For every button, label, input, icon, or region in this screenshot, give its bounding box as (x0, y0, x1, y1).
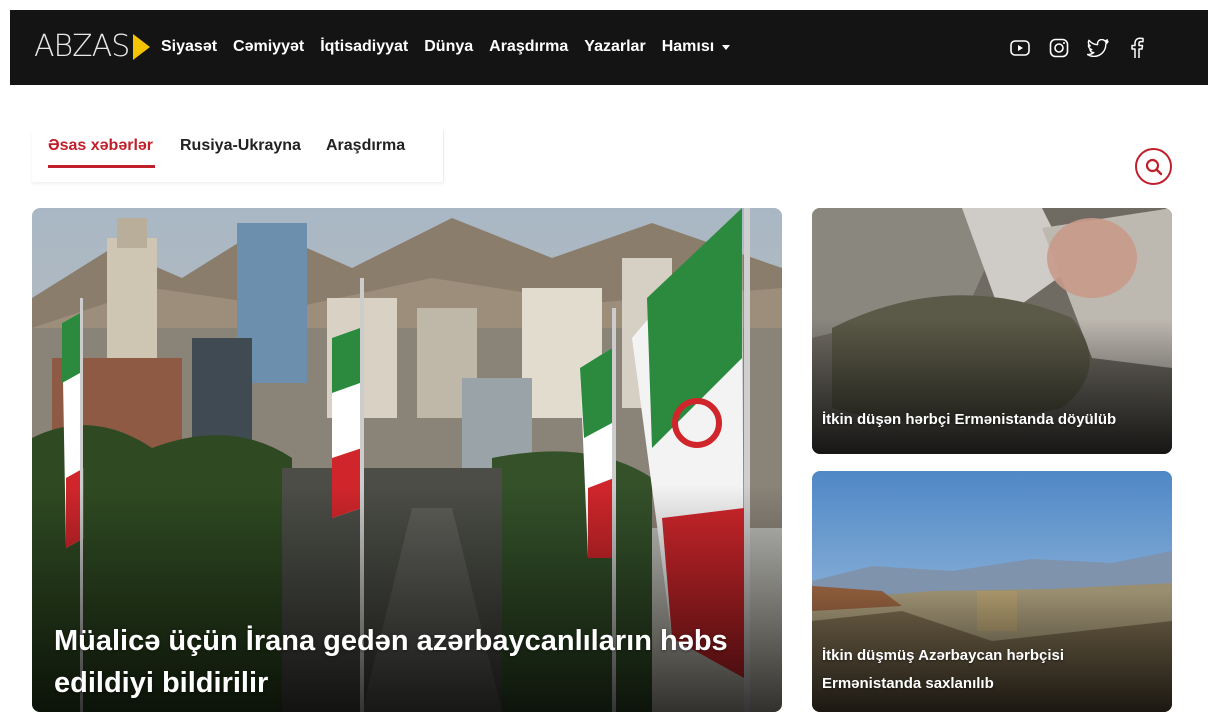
side-story-title-2[interactable]: İtkin düşmüş Azərbaycan hərbçisi Ermənis… (822, 642, 1122, 698)
news-tabs: Əsas xəbərlər Rusiya-Ukrayna Araşdırma (32, 130, 444, 182)
instagram-icon[interactable] (1048, 37, 1070, 59)
nav-item-cemiyyet[interactable]: Cəmiyyət (233, 36, 304, 58)
logo-text: ABZAS (34, 29, 130, 64)
side-story-card-1[interactable]: İtkin düşən hərbçi Ermənistanda döyülüb (812, 208, 1172, 454)
youtube-icon[interactable] (1009, 37, 1031, 59)
top-navigation-bar: ABZAS Siyasət Cəmiyyət İqtisadiyyat Düny… (10, 10, 1208, 85)
chevron-down-icon (722, 44, 731, 50)
nav-item-siyaset[interactable]: Siyasət (161, 36, 217, 58)
main-story-card[interactable]: Müalicə üçün İrana gedən azərbaycanlılar… (32, 208, 782, 712)
nav-item-dunya[interactable]: Dünya (424, 36, 473, 58)
logo-play-icon (133, 34, 151, 60)
side-story-title-1[interactable]: İtkin düşən hərbçi Ermənistanda döyülüb (822, 406, 1116, 434)
nav-more-dropdown[interactable]: Hamısı (661, 36, 731, 58)
tab-arasdirma[interactable]: Araşdırma (326, 137, 405, 155)
search-icon (1145, 158, 1162, 175)
facebook-icon[interactable] (1126, 37, 1148, 59)
nav-item-iqtisadiyyat[interactable]: İqtisadiyyat (320, 36, 408, 58)
active-tab-underline (48, 165, 155, 168)
twitter-icon[interactable] (1087, 37, 1109, 59)
side-story-card-2[interactable]: İtkin düşmüş Azərbaycan hərbçisi Ermənis… (812, 471, 1172, 712)
nav-item-yazarlar[interactable]: Yazarlar (584, 36, 645, 58)
site-logo[interactable]: ABZAS (34, 29, 151, 64)
main-nav: Siyasət Cəmiyyət İqtisadiyyat Dünya Araş… (161, 36, 746, 58)
search-button[interactable] (1135, 148, 1172, 185)
nav-more-label: Hamısı (661, 38, 715, 55)
main-story-title[interactable]: Müalicə üçün İrana gedən azərbaycanlılar… (54, 620, 774, 704)
social-links (1009, 37, 1148, 59)
tab-esas-xeberler[interactable]: Əsas xəbərlər (48, 137, 153, 155)
tab-rusiya-ukrayna[interactable]: Rusiya-Ukrayna (180, 137, 301, 155)
nav-item-arasdirma[interactable]: Araşdırma (489, 36, 568, 58)
